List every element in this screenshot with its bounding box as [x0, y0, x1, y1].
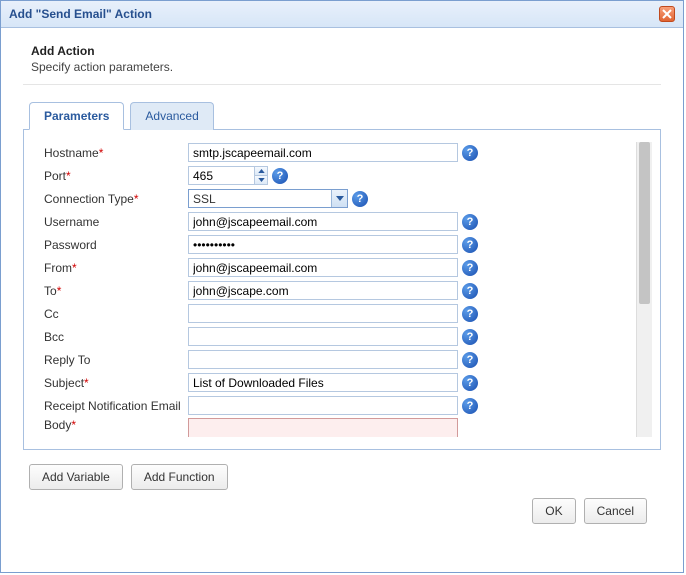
help-icon[interactable]: ? [462, 398, 478, 414]
tab-parameters[interactable]: Parameters [29, 102, 124, 130]
dropdown-toggle [331, 190, 347, 207]
help-icon[interactable]: ? [462, 237, 478, 253]
help-icon[interactable]: ? [352, 191, 368, 207]
add-function-button[interactable]: Add Function [131, 464, 228, 490]
dialog-body: Add Action Specify action parameters. Pa… [1, 28, 683, 572]
label-reply-to: Reply To [44, 353, 188, 367]
row-reply-to: Reply To ? [44, 349, 632, 370]
help-icon[interactable]: ? [462, 260, 478, 276]
label-from: From* [44, 261, 188, 275]
row-receipt: Receipt Notification Email ? [44, 395, 632, 416]
bcc-input[interactable] [188, 327, 458, 346]
chevron-up-icon [258, 169, 265, 173]
row-cc: Cc ? [44, 303, 632, 324]
tab-advanced[interactable]: Advanced [130, 102, 213, 130]
connection-type-value: SSL [189, 192, 331, 206]
row-password: Password ? [44, 234, 632, 255]
close-button[interactable] [659, 6, 675, 22]
label-to: To* [44, 284, 188, 298]
from-input[interactable] [188, 258, 458, 277]
help-icon[interactable]: ? [272, 168, 288, 184]
chevron-down-icon [336, 196, 344, 201]
subject-input[interactable] [188, 373, 458, 392]
help-icon[interactable]: ? [462, 145, 478, 161]
row-hostname: Hostname* ? [44, 142, 632, 163]
to-input[interactable] [188, 281, 458, 300]
vertical-scrollbar[interactable] [636, 142, 652, 437]
add-variable-button[interactable]: Add Variable [29, 464, 123, 490]
help-icon[interactable]: ? [462, 329, 478, 345]
cancel-button[interactable]: Cancel [584, 498, 647, 524]
ok-button[interactable]: OK [532, 498, 575, 524]
label-password: Password [44, 238, 188, 252]
reply-to-input[interactable] [188, 350, 458, 369]
tab-strip: Parameters Advanced [23, 101, 661, 130]
help-icon[interactable]: ? [462, 283, 478, 299]
row-bcc: Bcc ? [44, 326, 632, 347]
header-block: Add Action Specify action parameters. [23, 42, 661, 85]
header-subtitle: Specify action parameters. [31, 60, 661, 74]
cc-input[interactable] [188, 304, 458, 323]
scrollbar-thumb[interactable] [639, 142, 650, 304]
chevron-down-icon [258, 178, 265, 182]
action-buttons-row: Add Variable Add Function [23, 464, 661, 490]
password-input[interactable] [188, 235, 458, 254]
label-hostname: Hostname* [44, 146, 188, 160]
row-username: Username ? [44, 211, 632, 232]
port-spinner [188, 166, 268, 185]
label-username: Username [44, 215, 188, 229]
dialog-window: Add "Send Email" Action Add Action Speci… [0, 0, 684, 573]
label-subject: Subject* [44, 376, 188, 390]
port-spin-up[interactable] [255, 167, 267, 176]
row-port: Port* ? [44, 165, 632, 186]
close-icon [662, 9, 672, 19]
label-port: Port* [44, 169, 188, 183]
username-input[interactable] [188, 212, 458, 231]
titlebar: Add "Send Email" Action [1, 1, 683, 28]
port-input[interactable] [188, 166, 254, 185]
row-subject: Subject* ? [44, 372, 632, 393]
receipt-input[interactable] [188, 396, 458, 415]
row-to: To* ? [44, 280, 632, 301]
row-from: From* ? [44, 257, 632, 278]
label-cc: Cc [44, 307, 188, 321]
header-title: Add Action [31, 44, 661, 58]
label-connection-type: Connection Type* [44, 192, 188, 206]
row-connection-type: Connection Type* SSL ? [44, 188, 632, 209]
help-icon[interactable]: ? [462, 375, 478, 391]
label-body: Body* [44, 418, 188, 432]
body-textarea[interactable] [188, 418, 458, 437]
help-icon[interactable]: ? [462, 214, 478, 230]
port-spin-down[interactable] [255, 176, 267, 184]
label-receipt: Receipt Notification Email [44, 399, 188, 413]
form-area: Hostname* ? Port* [44, 142, 632, 437]
label-bcc: Bcc [44, 330, 188, 344]
window-title: Add "Send Email" Action [9, 7, 152, 21]
help-icon[interactable]: ? [462, 352, 478, 368]
row-body: Body* [44, 418, 632, 437]
tab-panel-parameters: Hostname* ? Port* [23, 130, 661, 450]
connection-type-select[interactable]: SSL [188, 189, 348, 208]
dialog-footer: OK Cancel [23, 490, 661, 536]
help-icon[interactable]: ? [462, 306, 478, 322]
hostname-input[interactable] [188, 143, 458, 162]
